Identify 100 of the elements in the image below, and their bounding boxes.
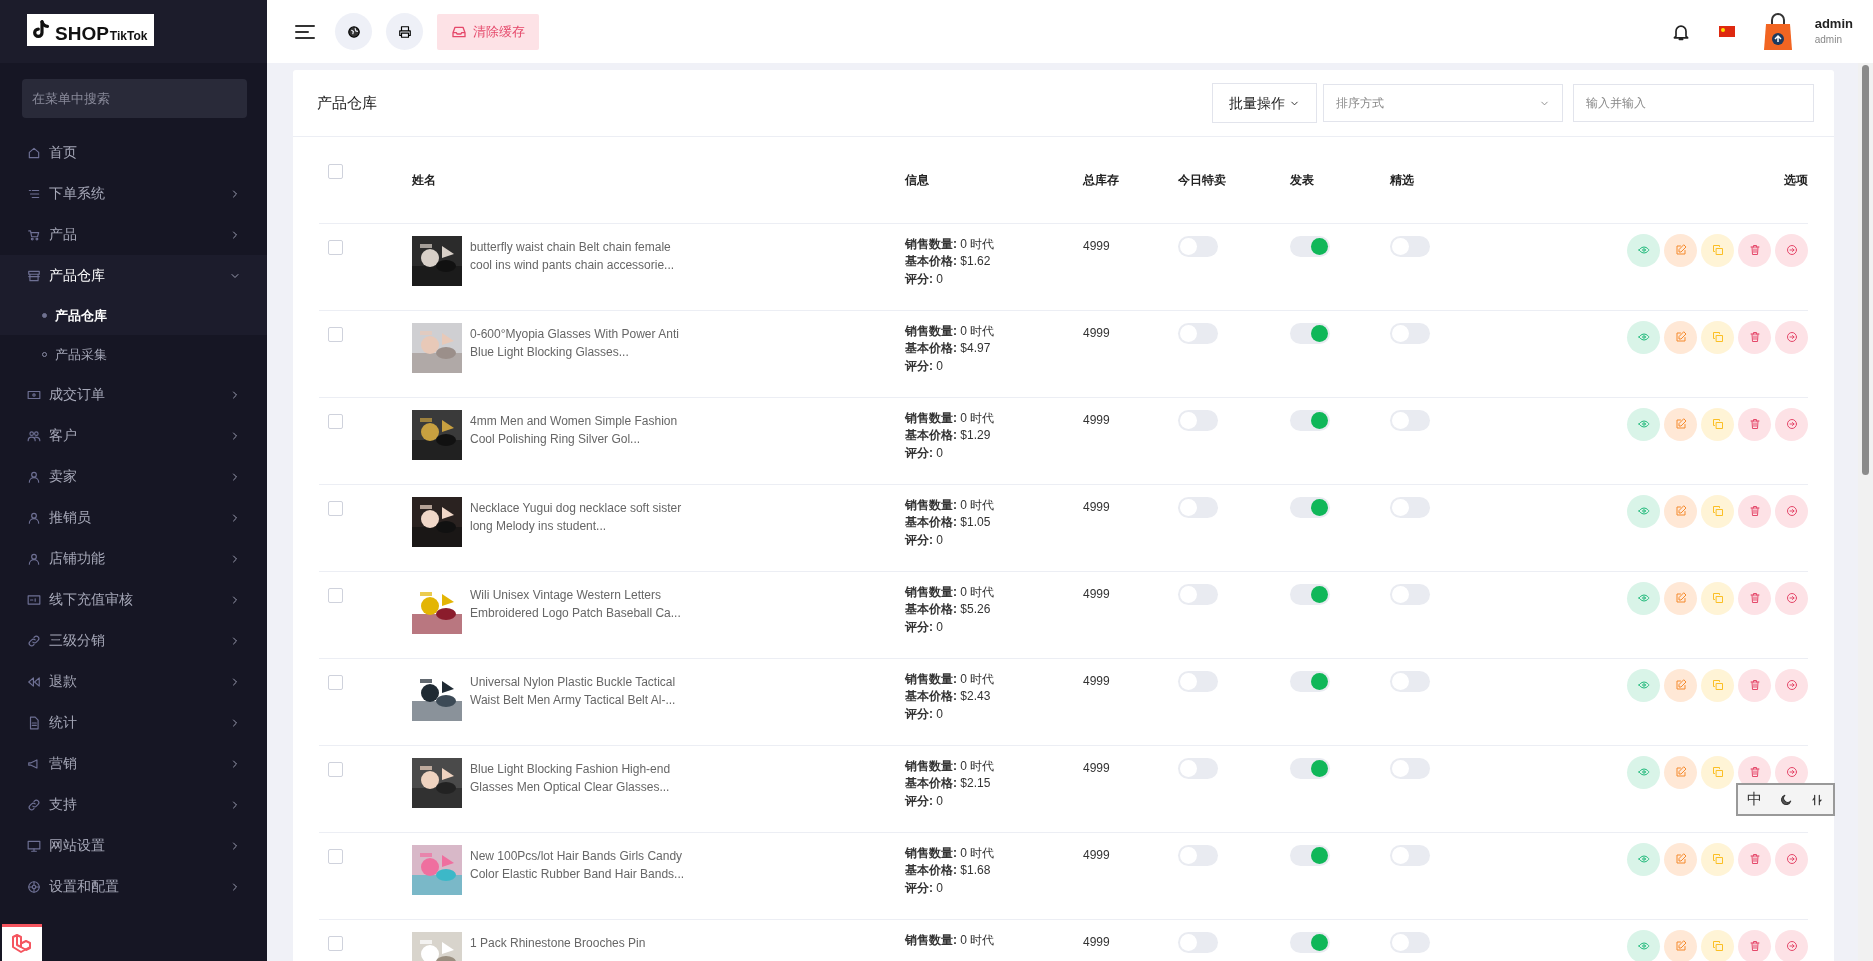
toggle-switch[interactable] [1290,670,1330,692]
edit-button[interactable] [1664,407,1697,441]
sort-select[interactable]: 排序方式 [1323,84,1563,122]
menu-item[interactable]: 成交订单 [0,374,267,415]
edit-button[interactable] [1664,320,1697,354]
view-button[interactable] [1627,320,1660,354]
edit-button[interactable] [1664,233,1697,267]
menu-item[interactable]: 店铺功能 [0,538,267,579]
toggle-switch[interactable] [1290,235,1330,257]
toggle-switch[interactable] [1290,931,1330,953]
toggle-switch[interactable] [1290,583,1330,605]
menu-item[interactable]: 退款 [0,661,267,702]
submenu-item[interactable]: 产品仓库 [0,296,267,335]
edit-button[interactable] [1664,494,1697,528]
copy-icon [1711,505,1724,517]
copy-button[interactable] [1701,581,1734,615]
row-checkbox[interactable] [328,326,343,342]
print-button[interactable] [386,13,423,50]
menu-item[interactable]: 卖家 [0,456,267,497]
menu-item[interactable]: 支持 [0,784,267,825]
edit-button[interactable] [1664,581,1697,615]
menu-item[interactable]: 首页 [0,132,267,173]
view-button[interactable] [1627,668,1660,702]
delete-button[interactable] [1738,494,1771,528]
toggle-switch[interactable] [1290,757,1330,779]
logo[interactable]: SHOPTikTok [27,14,154,46]
globe-button[interactable] [335,13,372,50]
copy-button[interactable] [1701,407,1734,441]
copy-button[interactable] [1701,233,1734,267]
menu-item[interactable]: 产品 [0,214,267,255]
copy-button[interactable] [1701,320,1734,354]
view-button[interactable] [1627,842,1660,876]
copy-button[interactable] [1701,755,1734,789]
action-button[interactable] [1775,233,1808,267]
toggle-switch[interactable] [1290,322,1330,344]
toggle-switch[interactable] [1290,409,1330,431]
select-all-checkbox[interactable] [328,163,343,179]
copy-button[interactable] [1701,929,1734,961]
ime-floating-menu[interactable]: 中 [1736,783,1835,816]
cart-icon [27,227,41,242]
menu-item[interactable]: 客户 [0,415,267,456]
action-button[interactable] [1775,407,1808,441]
info-line: 销售数量: 0 时代 [905,322,996,340]
row-checkbox[interactable] [328,413,343,429]
avatar-icon[interactable] [1762,11,1793,52]
flag-icon[interactable] [1718,26,1735,37]
row-checkbox[interactable] [328,500,343,516]
action-button[interactable] [1775,929,1808,961]
menu-item[interactable]: 统计 [0,702,267,743]
row-checkbox[interactable] [328,848,343,864]
menu-item[interactable]: 下单系统 [0,173,267,214]
menu-item[interactable]: 推销员 [0,497,267,538]
view-button[interactable] [1627,929,1660,961]
menu-item[interactable]: 设置和配置 [0,866,267,907]
row-checkbox[interactable] [328,935,343,951]
delete-button[interactable] [1738,581,1771,615]
edit-button[interactable] [1664,755,1697,789]
copy-button[interactable] [1701,668,1734,702]
menu-item[interactable]: 网站设置 [0,825,267,866]
copy-button[interactable] [1701,494,1734,528]
menu-item[interactable]: 三级分销 [0,620,267,661]
action-button[interactable] [1775,668,1808,702]
edit-button[interactable] [1664,668,1697,702]
copy-icon [1711,940,1724,952]
trash-icon [1748,853,1761,865]
action-button[interactable] [1775,494,1808,528]
search-field[interactable]: 输入并输入 [1573,84,1814,122]
action-button[interactable] [1775,320,1808,354]
delete-button[interactable] [1738,842,1771,876]
delete-button[interactable] [1738,407,1771,441]
view-button[interactable] [1627,494,1660,528]
bulk-action-dropdown[interactable]: 批量操作 [1212,83,1317,123]
view-button[interactable] [1627,755,1660,789]
menu-item[interactable]: 产品仓库 [0,255,267,296]
menu-search-field[interactable]: 在菜单中搜索 [22,79,247,118]
logo-button[interactable] [2,924,42,961]
edit-button[interactable] [1664,929,1697,961]
view-button[interactable] [1627,581,1660,615]
copy-button[interactable] [1701,842,1734,876]
action-button[interactable] [1775,581,1808,615]
row-checkbox[interactable] [328,587,343,603]
delete-button[interactable] [1738,320,1771,354]
moon-icon[interactable] [1779,792,1793,807]
view-button[interactable] [1627,407,1660,441]
edit-button[interactable] [1664,842,1697,876]
toggle-switch[interactable] [1290,844,1330,866]
action-button[interactable] [1775,842,1808,876]
delete-button[interactable] [1738,929,1771,961]
row-checkbox[interactable] [328,239,343,255]
view-button[interactable] [1627,233,1660,267]
menu-item[interactable]: 线下充值审核 [0,579,267,620]
delete-button[interactable] [1738,668,1771,702]
arrow-circle-icon [1785,853,1798,865]
scrollbar[interactable] [1858,63,1873,961]
row-checkbox[interactable] [328,674,343,690]
toggle-switch[interactable] [1290,496,1330,518]
submenu-item[interactable]: 产品采集 [0,335,267,374]
delete-button[interactable] [1738,233,1771,267]
row-checkbox[interactable] [328,761,343,777]
menu-item[interactable]: 营销 [0,743,267,784]
